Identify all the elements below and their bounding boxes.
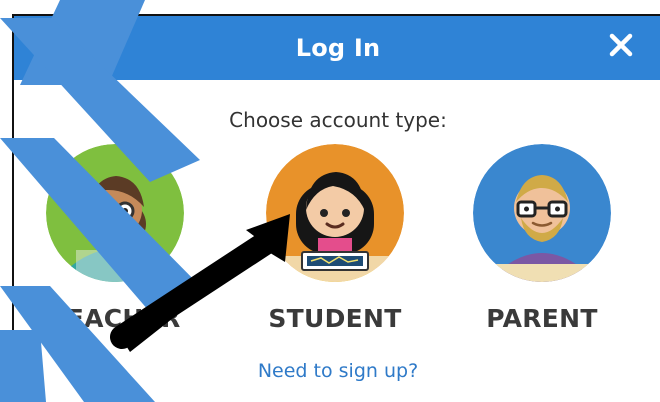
teacher-option[interactable]: TEACHER <box>40 144 190 333</box>
parent-option[interactable]: PARENT <box>467 144 617 333</box>
account-type-prompt: Choose account type: <box>229 108 447 132</box>
teacher-label: TEACHER <box>49 304 181 333</box>
parent-avatar-icon <box>473 144 611 282</box>
signup-link[interactable]: Need to sign up? <box>14 360 660 382</box>
student-option[interactable]: STUDENT <box>260 144 410 333</box>
screenshot-stage: Log In Choose account type: TEACHER STUD… <box>0 0 660 402</box>
parent-label: PARENT <box>486 304 598 333</box>
dialog-title: Log In <box>295 34 381 62</box>
student-label: STUDENT <box>268 304 402 333</box>
dialog-header: Log In <box>14 16 660 80</box>
student-avatar-icon <box>266 144 404 282</box>
close-icon[interactable] <box>608 32 634 58</box>
teacher-avatar-icon <box>46 144 184 282</box>
login-dialog: Log In Choose account type: TEACHER STUD… <box>12 14 660 402</box>
